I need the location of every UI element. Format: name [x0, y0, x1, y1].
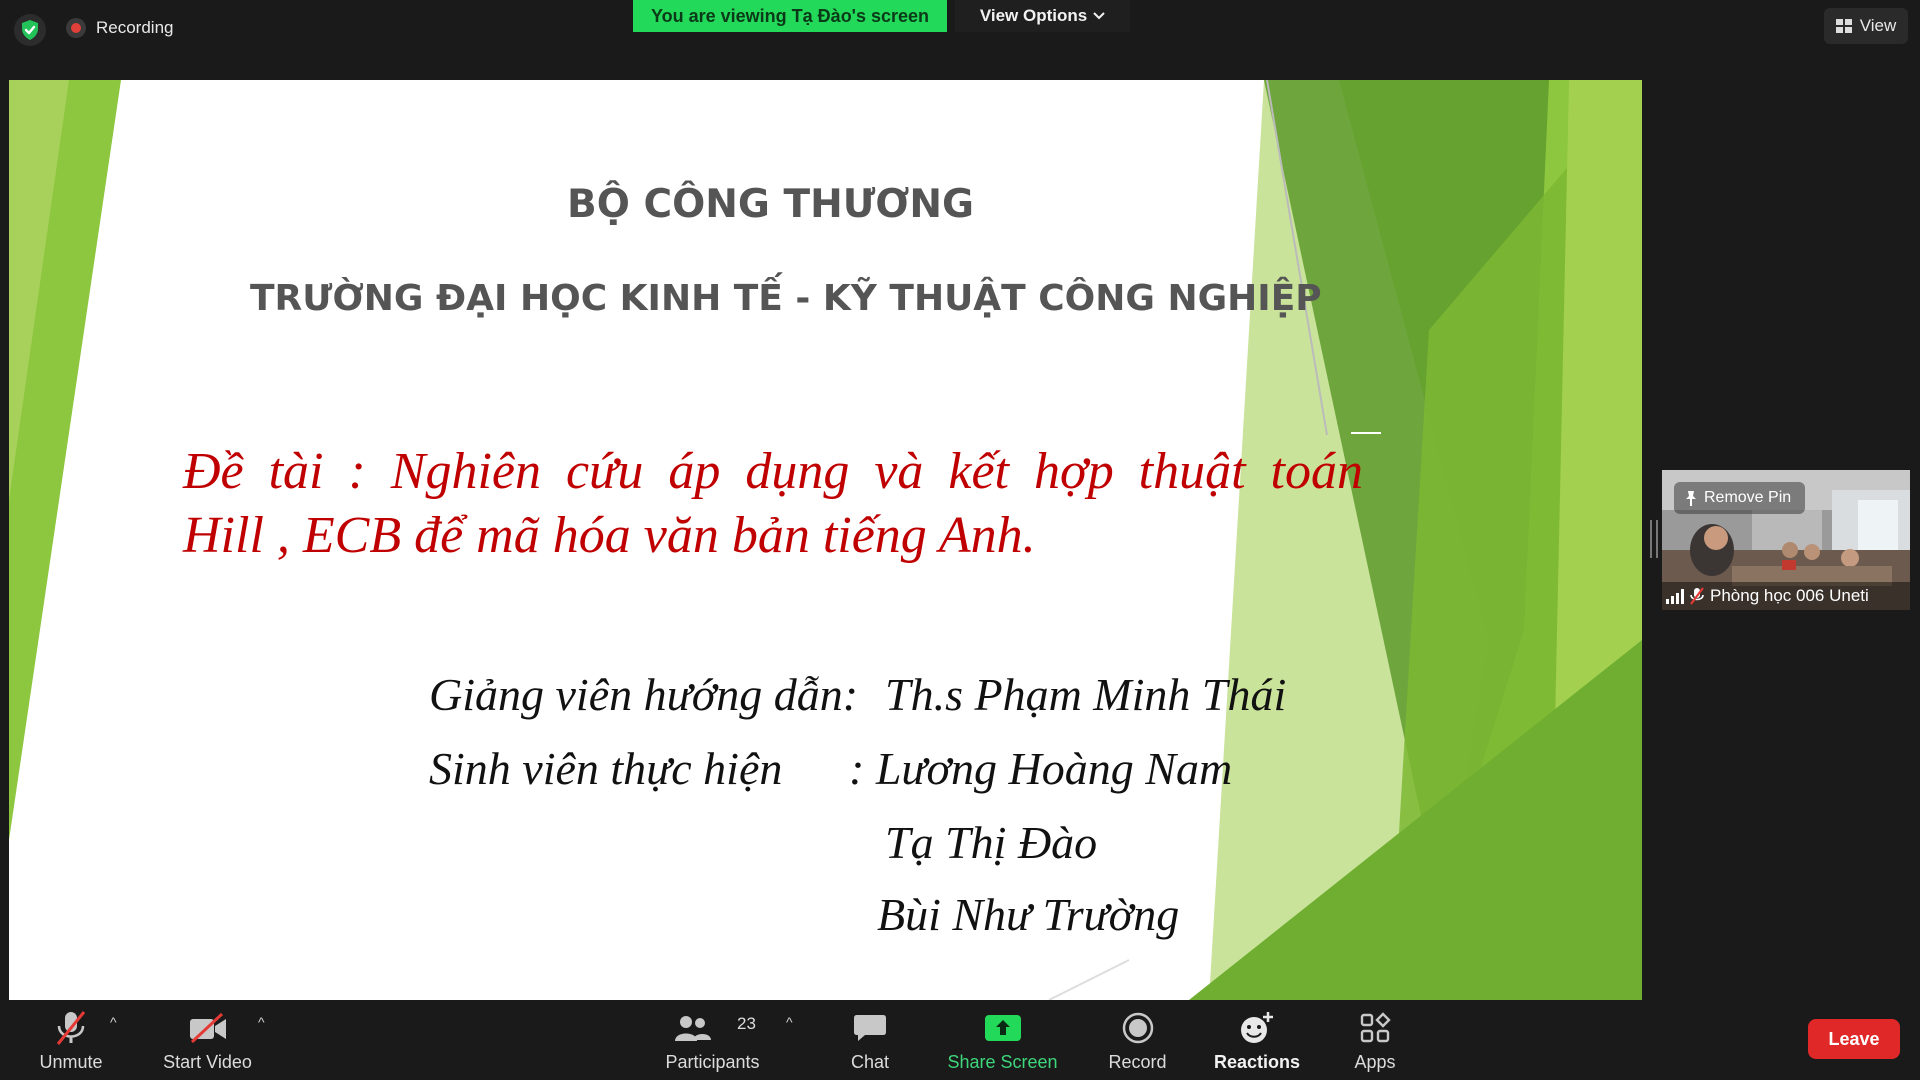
participant-name: Phòng học 006 Uneti — [1710, 586, 1869, 605]
view-layout-button[interactable]: View — [1824, 8, 1908, 44]
students-label: Sinh viên thực hiện — [429, 743, 783, 794]
chat-icon — [854, 1015, 886, 1041]
video-off-icon — [189, 1013, 226, 1043]
participants-button[interactable]: Participants — [655, 1000, 770, 1080]
video-options-caret-icon[interactable]: ^ — [258, 1014, 265, 1030]
slide-university-title: TRƯỜNG ĐẠI HỌC KINH TẾ - KỸ THUẬT CÔNG N… — [250, 278, 1322, 319]
record-icon — [1122, 1012, 1153, 1044]
record-label: Record — [1108, 1052, 1167, 1072]
participants-count: 23 — [737, 1014, 756, 1033]
chevron-down-icon — [1093, 12, 1105, 20]
signal-strength-icon — [1666, 588, 1684, 604]
recording-indicator[interactable]: Recording — [66, 18, 174, 38]
grid-view-icon — [1835, 19, 1852, 33]
start-video-label: Start Video — [163, 1052, 252, 1072]
leave-button[interactable]: Leave — [1808, 1019, 1900, 1059]
unmute-button[interactable]: Unmute — [26, 1000, 116, 1080]
view-label: View — [1859, 16, 1897, 35]
supervisor-name: Th.s Phạm Minh Thái — [885, 669, 1287, 720]
recording-label: Recording — [96, 18, 174, 37]
participants-caret-icon[interactable]: ^ — [786, 1014, 793, 1030]
share-screen-button[interactable]: Share Screen — [945, 1000, 1060, 1080]
reactions-label: Reactions — [1213, 1052, 1301, 1072]
supervisor-label: Giảng viên hướng dẫn: — [429, 669, 859, 720]
student-name: : Lương Hoàng Nam — [849, 743, 1233, 794]
remove-pin-button[interactable]: Remove Pin — [1674, 482, 1806, 514]
apps-button[interactable]: Apps — [1335, 1000, 1415, 1080]
recording-dot-icon — [66, 18, 86, 38]
audio-options-caret-icon[interactable]: ^ — [110, 1014, 117, 1030]
chat-button[interactable]: Chat — [830, 1000, 910, 1080]
participant-name-bar: Phòng học 006 Uneti — [1662, 582, 1910, 610]
apps-icon — [1360, 1012, 1391, 1043]
viewing-screen-banner: You are viewing Tạ Đào's screen — [633, 0, 947, 32]
record-button[interactable]: Record — [1095, 1000, 1180, 1080]
mic-muted-icon — [56, 1011, 86, 1045]
slide-topic-line-1: Đề tài : Nghiên cứu áp dụng và kết hợp t… — [183, 443, 1363, 500]
share-screen-icon — [984, 1015, 1021, 1041]
pin-icon — [1686, 491, 1696, 506]
meeting-toolbar: Unmute ^ Start Video ^ Participants 23 ^… — [0, 1000, 1920, 1080]
view-options-label: View Options — [979, 6, 1088, 25]
unmute-label: Unmute — [39, 1052, 103, 1072]
remove-pin-label: Remove Pin — [1704, 489, 1792, 506]
start-video-button[interactable]: Start Video — [150, 1000, 265, 1080]
participant-video-thumbnail[interactable]: Remove Pin Phòng học 006 Uneti — [1662, 470, 1910, 610]
apps-label: Apps — [1354, 1052, 1396, 1072]
participants-icon — [674, 1016, 711, 1041]
panel-resize-handle[interactable] — [1650, 520, 1658, 558]
mic-muted-icon — [1690, 587, 1704, 605]
view-options-button[interactable]: View Options — [955, 0, 1130, 32]
student-name: Tạ Thị Đào — [885, 817, 1098, 868]
shared-screen-slide: BỘ CÔNG THƯƠNG TRƯỜNG ĐẠI HỌC KINH TẾ - … — [9, 80, 1642, 1000]
share-screen-label: Share Screen — [947, 1052, 1058, 1072]
student-name: Bùi Như Trường — [877, 889, 1180, 940]
slide-topic-line-2: Hill , ECB để mã hóa văn bản tiếng Anh. — [183, 507, 1036, 564]
shield-check-icon[interactable] — [14, 14, 46, 46]
slide-ministry-title: BỘ CÔNG THƯƠNG — [567, 182, 975, 227]
reactions-button[interactable]: Reactions — [1202, 1000, 1312, 1080]
chat-label: Chat — [850, 1052, 890, 1072]
smiley-plus-icon — [1241, 1012, 1273, 1043]
participants-label: Participants — [665, 1052, 760, 1072]
meeting-top-bar: Recording You are viewing Tạ Đào's scree… — [0, 0, 1920, 78]
